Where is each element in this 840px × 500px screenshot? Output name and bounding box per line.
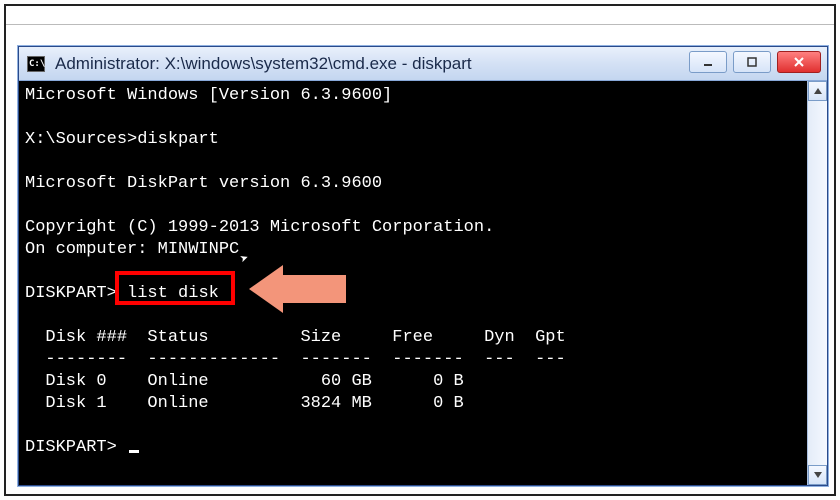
close-button[interactable] — [777, 51, 821, 73]
titlebar[interactable]: C:\ Administrator: X:\windows\system32\c… — [19, 47, 827, 81]
cmd-icon: C:\ — [27, 56, 45, 72]
table-row: Disk 1 Online 3824 MB 0 B — [25, 394, 464, 413]
diskpart-version-line: Microsoft DiskPart version 6.3.9600 — [25, 174, 382, 193]
version-line: Microsoft Windows [Version 6.3.9600] — [25, 86, 392, 105]
computer-line: On computer: MINWINPC — [25, 240, 239, 259]
close-icon — [792, 56, 806, 68]
client-area: Microsoft Windows [Version 6.3.9600] X:\… — [19, 81, 827, 485]
table-row: Disk 0 Online 60 GB 0 B — [25, 372, 464, 391]
cmd-list-disk: list disk — [127, 284, 219, 303]
chevron-up-icon — [813, 86, 823, 96]
cmd-window: C:\ Administrator: X:\windows\system32\c… — [18, 46, 828, 486]
window-title: Administrator: X:\windows\system32\cmd.e… — [55, 54, 472, 74]
cursor — [129, 450, 139, 453]
terminal-output[interactable]: Microsoft Windows [Version 6.3.9600] X:\… — [19, 81, 807, 485]
prompt-diskpart-2: DISKPART> — [25, 438, 127, 457]
maximize-icon — [746, 56, 758, 68]
scroll-down-button[interactable] — [808, 465, 827, 485]
mouse-cursor-icon: ➤ — [237, 248, 252, 272]
copyright-line: Copyright (C) 1999-2013 Microsoft Corpor… — [25, 218, 494, 237]
arrow-body — [282, 275, 346, 303]
prompt-diskpart: DISKPART> — [25, 284, 127, 303]
minimize-button[interactable] — [689, 51, 727, 73]
scroll-up-button[interactable] — [808, 81, 827, 101]
maximize-button[interactable] — [733, 51, 771, 73]
cmd-diskpart: diskpart — [137, 130, 219, 149]
prompt-sources: X:\Sources> — [25, 130, 137, 149]
table-header: Disk ### Status Size Free Dyn Gpt — [25, 328, 566, 347]
table-divider: -------- ------------- ------- ------- -… — [25, 350, 566, 369]
arrow-annotation — [249, 265, 359, 313]
page-frame: C:\ Administrator: X:\windows\system32\c… — [4, 4, 836, 496]
window-controls — [689, 51, 821, 73]
chevron-down-icon — [813, 470, 823, 480]
arrow-left-icon — [249, 265, 283, 313]
top-divider — [6, 24, 834, 25]
minimize-icon — [702, 56, 714, 68]
vertical-scrollbar[interactable] — [807, 81, 827, 485]
